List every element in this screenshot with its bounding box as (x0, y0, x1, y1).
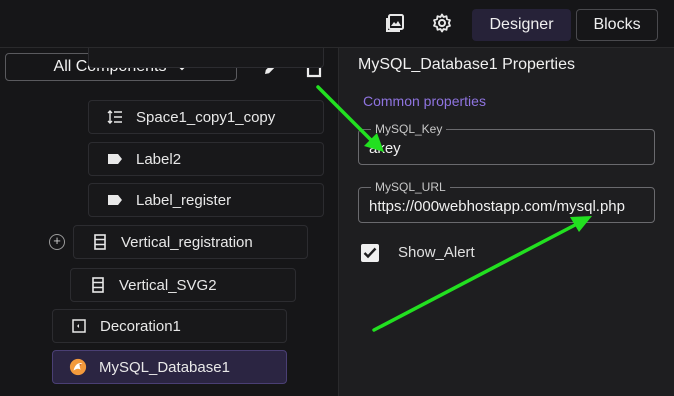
tree-item-label-register[interactable]: Label_register (88, 183, 324, 217)
show-alert-checkbox[interactable] (361, 244, 379, 262)
tree-item-label: Vertical_SVG2 (119, 276, 217, 294)
spacer-icon (106, 108, 124, 126)
tree-item-label2[interactable]: Label2 (88, 142, 324, 176)
mysql-url-field: MySQL_URL (358, 180, 655, 223)
vertical-layout-icon (89, 276, 107, 294)
tree-item-space1-copy1-copy[interactable]: Space1_copy1_copy (88, 100, 324, 134)
tree-item-vertical-registration[interactable]: Vertical_registration (73, 225, 308, 259)
components-panel: All Components Space1_copy1_copy Label2 (0, 48, 338, 396)
mysql-url-input[interactable] (369, 195, 649, 217)
gear-icon[interactable] (431, 12, 453, 34)
tree-item-label: Space1_copy1_copy (136, 108, 276, 126)
image-icon[interactable] (384, 12, 406, 34)
tree-item-partial[interactable] (88, 48, 324, 68)
mysql-key-field: MySQL_Key (358, 122, 655, 165)
top-toolbar: Designer Blocks (0, 0, 674, 48)
app-window: Designer Blocks All Components Space1_co… (0, 0, 674, 396)
properties-panel: MySQL_Database1 Properties Common proper… (338, 48, 674, 396)
tree-item-mysql-database1[interactable]: MySQL_Database1 (52, 350, 287, 384)
expand-plus-icon[interactable]: + (49, 234, 65, 250)
decoration-icon (70, 317, 88, 335)
section-common-properties[interactable]: Common properties (363, 93, 486, 109)
tree-item-label: MySQL_Database1 (99, 358, 230, 376)
mysql-key-input[interactable] (369, 137, 649, 159)
mysql-key-label: MySQL_Key (371, 122, 447, 136)
tree-item-label: Label_register (136, 191, 232, 209)
tree-item-label: Label2 (136, 150, 182, 168)
tree-item-vertical-svg2[interactable]: Vertical_SVG2 (70, 268, 296, 302)
tree-item-decoration1[interactable]: Decoration1 (52, 309, 287, 343)
mysql-icon (69, 358, 87, 376)
mysql-url-label: MySQL_URL (371, 180, 450, 194)
tree-item-label: Vertical_registration (121, 233, 253, 251)
tree-item-label: Decoration1 (100, 317, 181, 335)
blocks-button[interactable]: Blocks (576, 9, 658, 41)
show-alert-label: Show_Alert (398, 244, 475, 261)
label-icon (106, 150, 124, 168)
designer-button[interactable]: Designer (472, 9, 571, 41)
properties-title: MySQL_Database1 Properties (358, 56, 575, 73)
label-icon (106, 191, 124, 209)
vertical-layout-icon (91, 233, 109, 251)
